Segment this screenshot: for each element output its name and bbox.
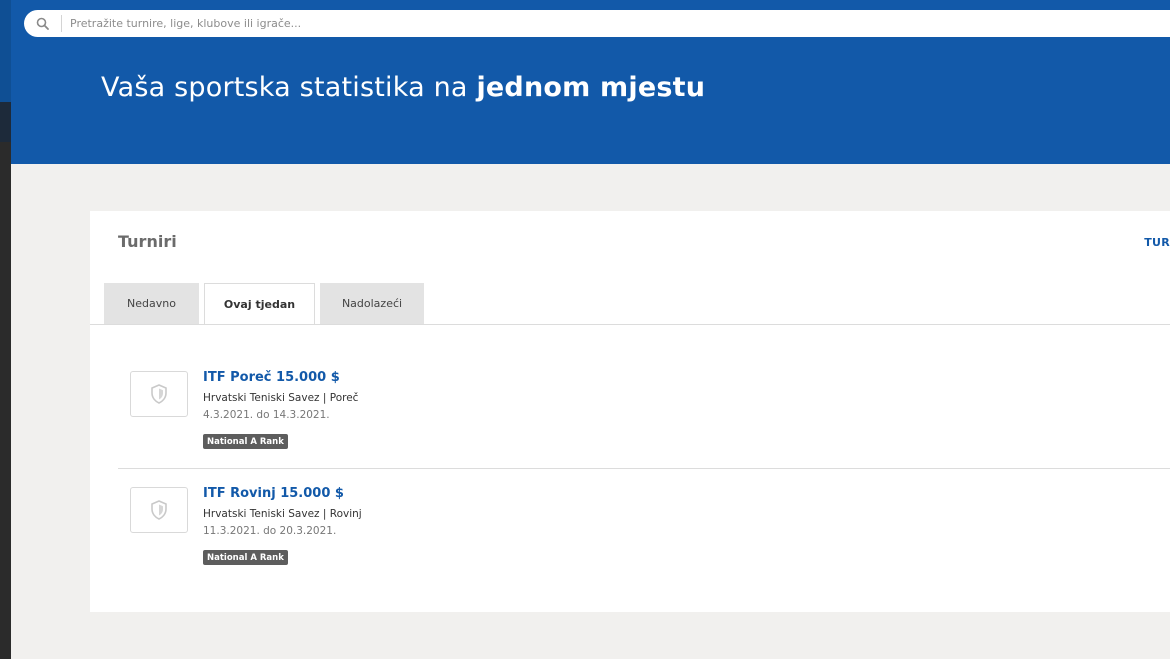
tab-upcoming[interactable]: Nadolazeći	[320, 283, 424, 324]
tournament-title[interactable]: ITF Rovinj 15.000 $	[203, 486, 344, 501]
shield-icon	[151, 500, 167, 520]
left-edge-strip	[0, 102, 11, 142]
tournament-logo	[130, 487, 188, 533]
tournament-organizer: Hrvatski Teniski Savez | Poreč	[203, 392, 359, 404]
search-bar[interactable]	[24, 10, 1170, 37]
hero-title-bold: jednom mjestu	[476, 72, 706, 103]
tournament-organizer: Hrvatski Teniski Savez | Rovinj	[203, 508, 362, 520]
left-edge-strip	[0, 142, 11, 659]
shield-icon	[151, 384, 167, 404]
search-input[interactable]	[62, 13, 662, 34]
left-edge-strip	[0, 0, 11, 102]
tabs-divider	[90, 324, 1170, 325]
tab-recent[interactable]: Nedavno	[104, 283, 199, 324]
all-tournaments-link[interactable]: TUR	[1144, 236, 1170, 249]
search-icon[interactable]	[24, 15, 62, 32]
card-title: Turniri	[118, 232, 177, 251]
tournament-dates: 11.3.2021. do 20.3.2021.	[203, 525, 337, 537]
tab-this-week[interactable]: Ovaj tjedan	[204, 283, 315, 325]
tournament-item[interactable]: ITF Poreč 15.000 $ Hrvatski Teniski Save…	[118, 351, 1170, 466]
hero-title: Vaša sportska statistika na jednom mjest…	[101, 72, 705, 103]
tournament-title[interactable]: ITF Poreč 15.000 $	[203, 370, 340, 385]
rank-badge: National A Rank	[203, 434, 288, 449]
tab-bar: Nedavno Ovaj tjedan Nadolazeći	[104, 283, 429, 325]
tournaments-card: Turniri TUR Nedavno Ovaj tjedan Nadolaze…	[90, 211, 1170, 612]
tournament-dates: 4.3.2021. do 14.3.2021.	[203, 409, 330, 421]
rank-badge: National A Rank	[203, 550, 288, 565]
tournament-item[interactable]: ITF Rovinj 15.000 $ Hrvatski Teniski Sav…	[118, 467, 1170, 582]
tournament-logo	[130, 371, 188, 417]
hero-title-regular: Vaša sportska statistika na	[101, 72, 477, 103]
